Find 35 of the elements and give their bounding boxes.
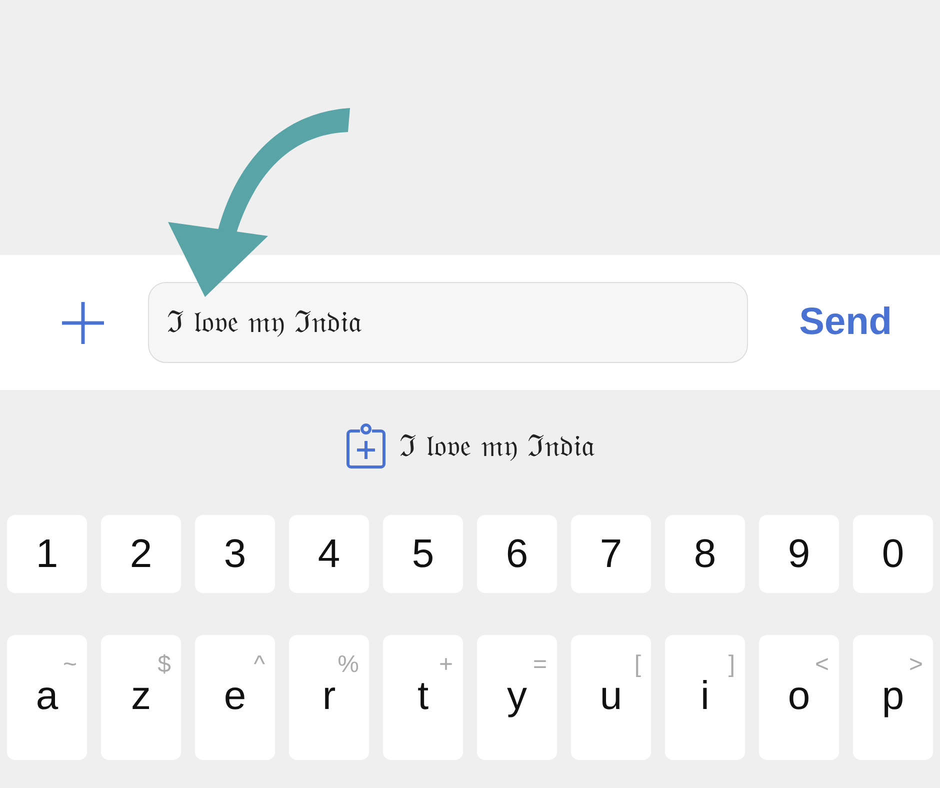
key[interactable]: 6 — [477, 515, 557, 593]
key-hint: $ — [158, 650, 171, 680]
key[interactable]: 4 — [289, 515, 369, 593]
key[interactable]: u [ — [571, 635, 651, 760]
message-text: ℑ 𝔩𝔬𝔳𝔢 𝔪𝔶 ℑ𝔫𝔡𝔦𝔞 — [167, 304, 362, 342]
key[interactable]: 7 — [571, 515, 651, 593]
key[interactable]: 2 — [101, 515, 181, 593]
key[interactable]: 8 — [665, 515, 745, 593]
key-hint: [ — [634, 650, 641, 680]
key[interactable]: 3 — [195, 515, 275, 593]
key[interactable]: 5 — [383, 515, 463, 593]
key-hint: < — [814, 650, 829, 680]
key[interactable]: r % — [289, 635, 369, 760]
send-button[interactable]: Send — [799, 294, 892, 351]
key-hint: = — [532, 650, 547, 680]
key[interactable]: z $ — [101, 635, 181, 760]
key-hint: ^ — [254, 650, 265, 680]
key[interactable]: 9 — [759, 515, 839, 593]
key[interactable]: y = — [477, 635, 557, 760]
key[interactable]: 1 — [7, 515, 87, 593]
key-hint: ~ — [62, 650, 77, 680]
key-hint: > — [908, 650, 923, 680]
key[interactable]: a ~ — [7, 635, 87, 760]
key-hint: + — [438, 650, 453, 680]
key[interactable]: i ] — [665, 635, 745, 760]
clipboard-suggestion[interactable]: ℑ 𝔩𝔬𝔳𝔢 𝔪𝔶 ℑ𝔫𝔡𝔦𝔞 — [400, 424, 594, 468]
key[interactable]: t + — [383, 635, 463, 760]
key[interactable]: o < — [759, 635, 839, 760]
key[interactable]: e ^ — [195, 635, 275, 760]
key[interactable]: p > — [853, 635, 933, 760]
clipboard-add-icon[interactable] — [346, 423, 386, 469]
key[interactable]: 0 — [853, 515, 933, 593]
key-hint: ] — [728, 650, 735, 680]
message-field[interactable]: ℑ 𝔩𝔬𝔳𝔢 𝔪𝔶 ℑ𝔫𝔡𝔦𝔞 — [148, 282, 748, 363]
key-hint: % — [338, 650, 359, 680]
